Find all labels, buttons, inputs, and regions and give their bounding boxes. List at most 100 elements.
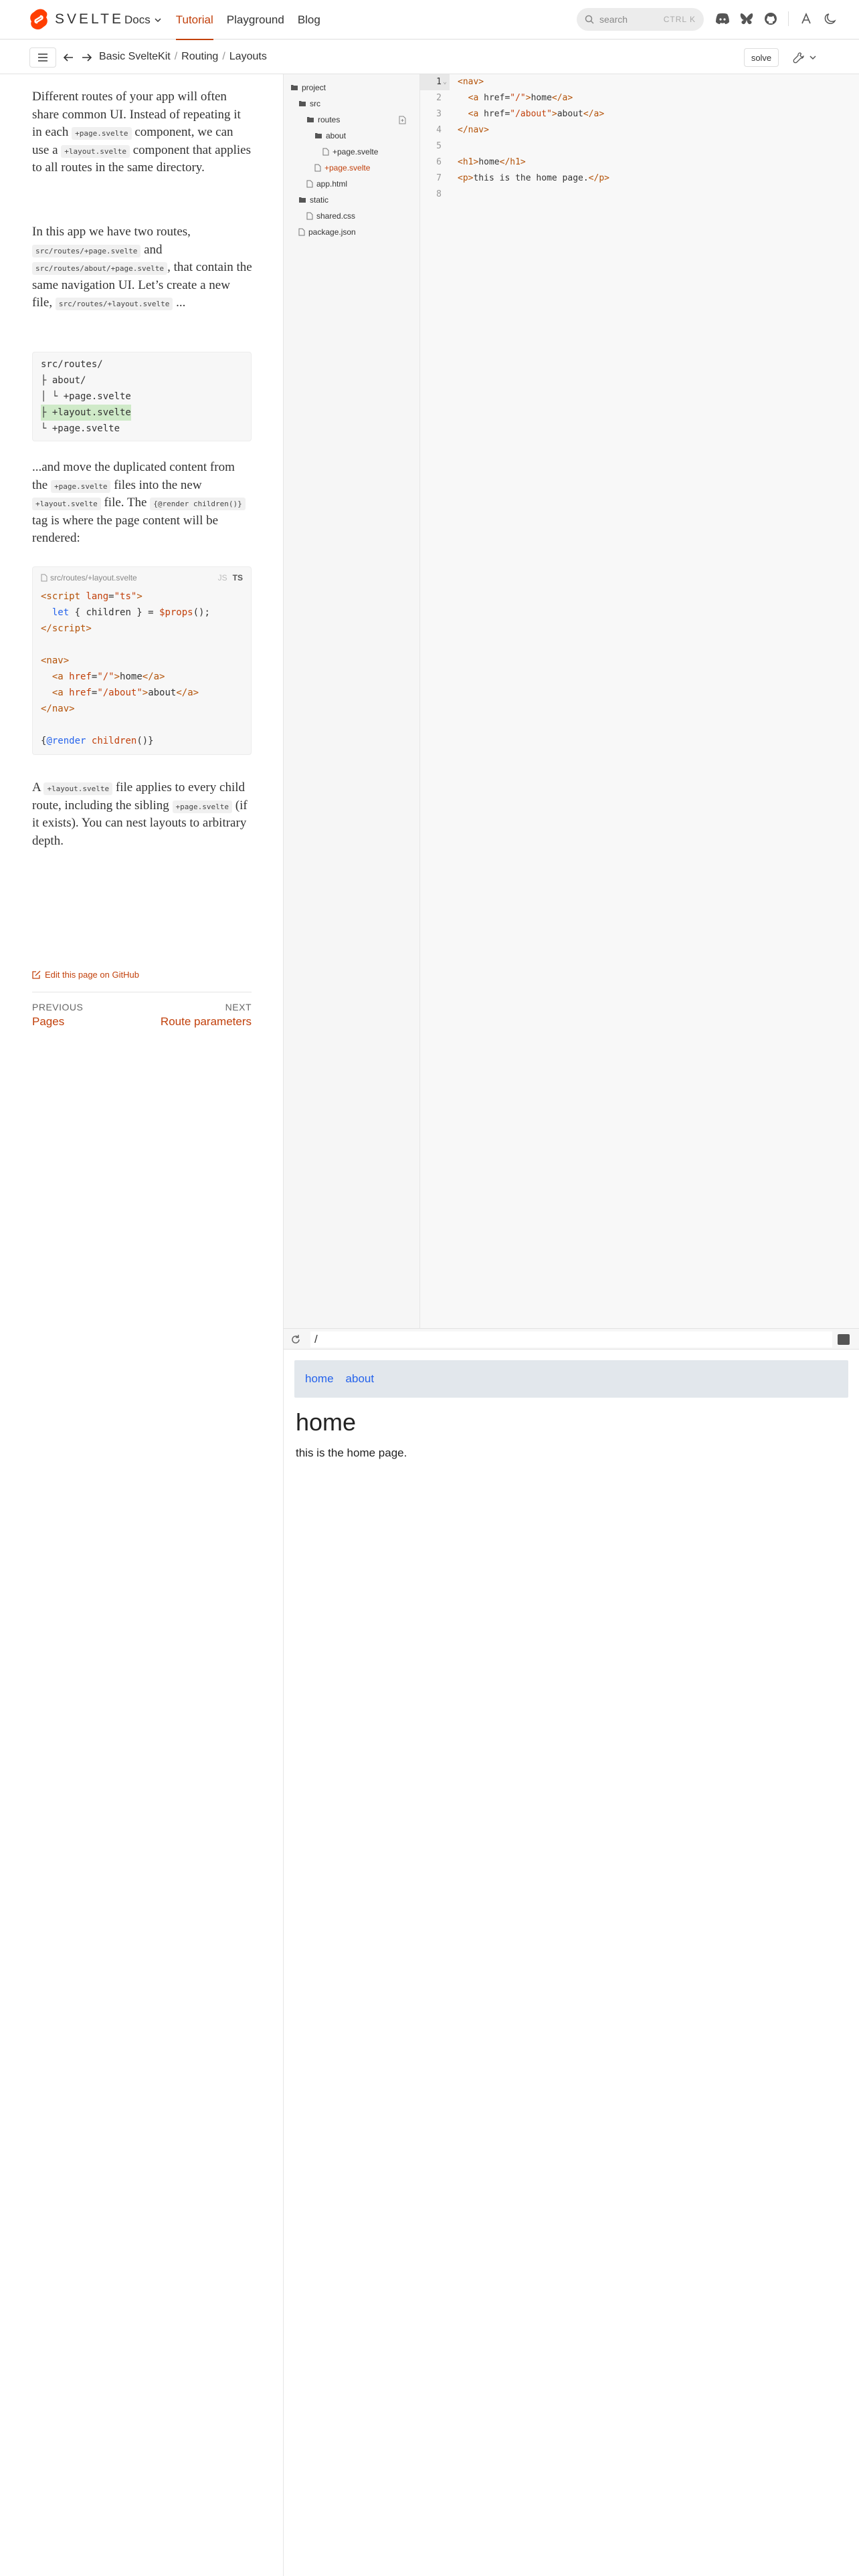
file-shared-css[interactable]: shared.css: [306, 209, 355, 223]
previous-button[interactable]: [60, 49, 76, 66]
new-file-icon[interactable]: [399, 113, 407, 126]
nav-blog-label: Blog: [297, 13, 320, 26]
folder-open-icon: [291, 85, 298, 90]
dark-mode-icon[interactable]: [822, 11, 838, 27]
codeblock-filename: src/routes/+layout.svelte: [50, 573, 137, 582]
previous-page-link[interactable]: Pages: [32, 1015, 83, 1029]
folder-open-icon: [315, 133, 322, 138]
text: tag is where the page content will be re…: [32, 513, 219, 546]
file-about-page[interactable]: +page.svelte: [322, 145, 378, 158]
settings-dropdown[interactable]: [785, 48, 824, 67]
discord-icon[interactable]: [714, 11, 731, 27]
font-toggle-icon[interactable]: [798, 11, 814, 27]
breadcrumb-chapter[interactable]: Routing: [181, 51, 218, 63]
next-page[interactable]: NEXT Route parameters: [161, 1002, 252, 1029]
reload-button[interactable]: [289, 1333, 302, 1346]
line-code: <a href="/about">about</a>: [468, 109, 605, 119]
folder-static[interactable]: static: [298, 193, 328, 207]
editor-line: 5: [420, 138, 859, 154]
line-number: 6: [436, 157, 442, 167]
top-navigation: SVELTE Docs Tutorial Playground Blog sea…: [0, 0, 859, 40]
code-line-added: ├ +layout.svelte: [33, 405, 251, 421]
preview-home-link[interactable]: home: [305, 1372, 334, 1386]
preview-url-input[interactable]: [310, 1331, 832, 1348]
file-package-json[interactable]: package.json: [298, 225, 356, 239]
folder-about[interactable]: about: [314, 129, 346, 142]
svelte-logo[interactable]: SVELTE: [29, 9, 124, 30]
next-button[interactable]: [79, 49, 95, 66]
folder-label: static: [310, 195, 329, 205]
nav-tutorial[interactable]: Tutorial: [175, 0, 213, 40]
main-nav: Docs Tutorial Playground Blog: [124, 0, 320, 40]
preview-toolbar: [284, 1328, 859, 1350]
editor-line: 2 <a href="/">home</a>: [420, 90, 859, 106]
bluesky-icon[interactable]: [739, 11, 755, 27]
search-box[interactable]: search CTRL K: [577, 8, 704, 31]
file-root-page[interactable]: +page.svelte: [314, 161, 370, 175]
breadcrumb-separator: /: [174, 51, 178, 62]
tutorial-content: Different routes of your app will often …: [0, 74, 284, 2576]
inline-code: +layout.svelte: [61, 144, 130, 158]
line-number: 2: [436, 93, 442, 103]
line-number: 1: [436, 77, 442, 87]
nav-playground[interactable]: Playground: [227, 0, 284, 39]
code-editor[interactable]: 1 ⌄ <nav> 2 <a href="/">home</a> 3 <a hr…: [420, 74, 859, 1328]
code-line: <script lang="ts">: [41, 591, 142, 602]
file-icon: [298, 228, 305, 236]
preview-heading: home: [296, 1408, 357, 1436]
chevron-down-icon: [809, 56, 816, 60]
code-line: │ └ +page.svelte: [41, 391, 131, 402]
nav-playground-label: Playground: [226, 13, 284, 26]
menu-button[interactable]: [29, 47, 56, 68]
folder-src[interactable]: src: [298, 97, 320, 110]
search-placeholder: search: [599, 14, 628, 25]
line-code: <h1>home</h1>: [458, 157, 526, 167]
next-page-link[interactable]: Route parameters: [161, 1015, 252, 1029]
folder-routes[interactable]: routes: [306, 113, 340, 126]
terminal-icon[interactable]: [838, 1334, 850, 1345]
text: ...: [176, 296, 186, 310]
previous-page[interactable]: PREVIOUS Pages: [32, 1002, 83, 1029]
code-line: </script>: [41, 623, 92, 634]
layout-codeblock: src/routes/+layout.svelte JS TS <script …: [32, 566, 252, 755]
next-label: NEXT: [225, 1002, 252, 1012]
file-app-html[interactable]: app.html: [306, 177, 347, 191]
preview-nav: home about: [294, 1360, 848, 1398]
edit-on-github-link[interactable]: Edit this page on GitHub: [32, 970, 139, 980]
page-navigation: PREVIOUS Pages NEXT Route parameters: [32, 992, 252, 1028]
preview-about-link[interactable]: about: [346, 1372, 375, 1386]
text: file. The: [104, 496, 147, 510]
inline-code: src/routes/about/+page.svelte: [32, 262, 168, 276]
folder-label: project: [302, 83, 326, 92]
code-line: <nav>: [41, 655, 70, 666]
line-code: <a href="/">home</a>: [468, 93, 573, 103]
chevron-down-icon: [155, 17, 161, 22]
line-code: <p>this is the home page.</p>: [458, 173, 609, 183]
breadcrumb-section[interactable]: Basic SvelteKit: [99, 51, 171, 63]
preview-text: this is the home page.: [296, 1446, 407, 1459]
wrench-icon: [793, 52, 804, 64]
arrow-left-icon: [63, 53, 73, 62]
github-icon[interactable]: [763, 11, 779, 27]
breadcrumb-current[interactable]: Layouts: [229, 51, 267, 63]
inline-code: +page.svelte: [72, 127, 132, 140]
nav-blog[interactable]: Blog: [298, 0, 320, 39]
solve-button[interactable]: solve: [744, 48, 779, 67]
fold-icon[interactable]: ⌄: [443, 74, 447, 90]
ts-label: TS: [232, 573, 243, 582]
tutorial-toolbar: Basic SvelteKit / Routing / Layouts solv…: [0, 40, 859, 74]
file-label: app.html: [316, 179, 348, 189]
file-tree: project src routes about +page.svelte +p…: [284, 74, 420, 1328]
layout-note-paragraph: A +layout.svelte file applies to every c…: [32, 779, 253, 850]
previous-label: PREVIOUS: [32, 1002, 84, 1012]
language-toggle[interactable]: JS TS: [218, 573, 243, 582]
text: files into the new: [114, 477, 202, 492]
line-number: 4: [436, 125, 442, 135]
code-line: {@render children()}: [41, 736, 154, 746]
nav-docs[interactable]: Docs: [124, 0, 163, 39]
editor-line: 8: [420, 187, 859, 203]
folder-project[interactable]: project: [290, 81, 326, 94]
file-icon: [322, 148, 329, 156]
file-label: shared.css: [316, 211, 356, 221]
